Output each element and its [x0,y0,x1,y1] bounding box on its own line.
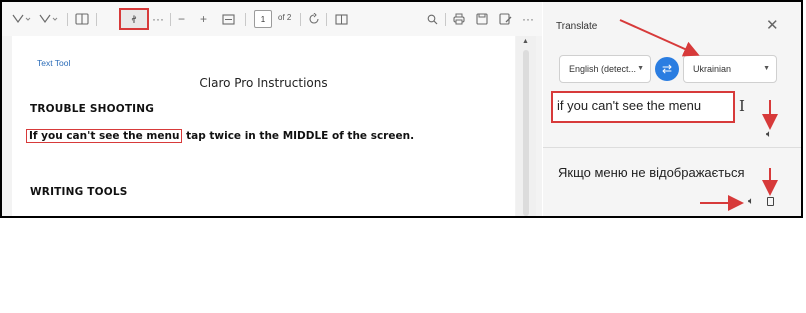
screenshot-frame: ꬷ ··· − + 1 of 2 ··· Text Tool Claro Pro… [0,0,803,218]
annotation-arrows [619,19,778,211]
arrow-to-target-language [619,19,700,57]
